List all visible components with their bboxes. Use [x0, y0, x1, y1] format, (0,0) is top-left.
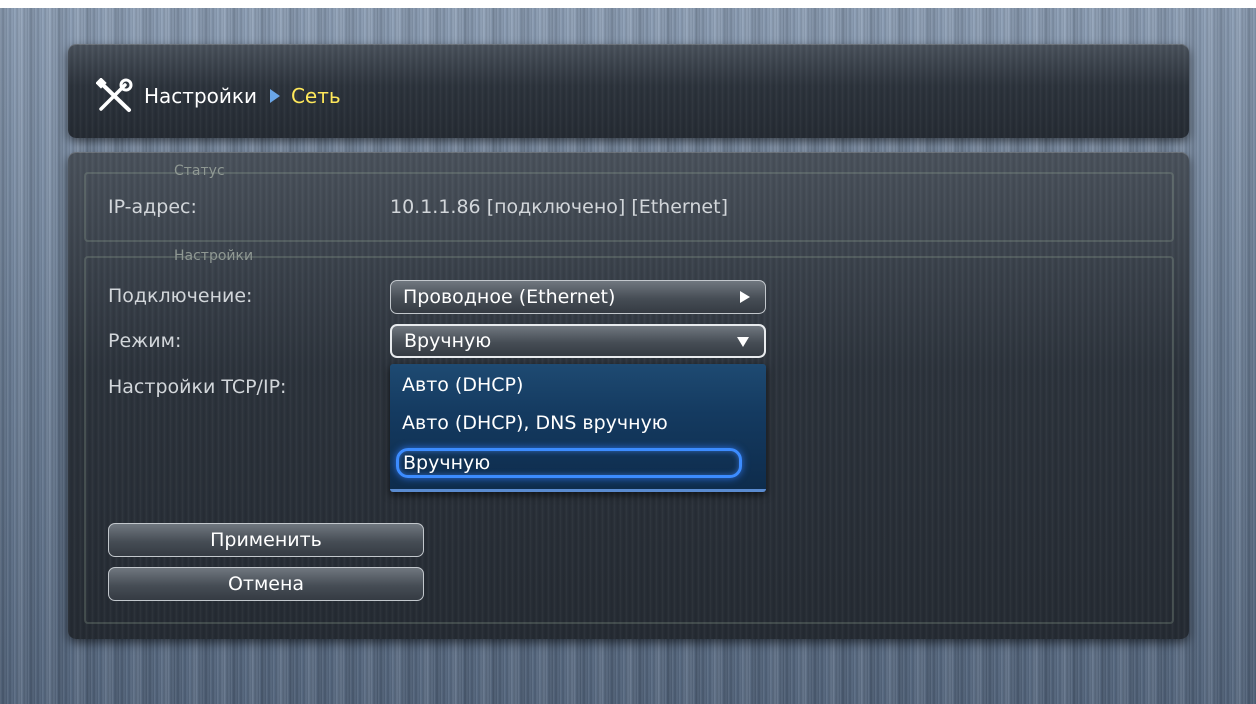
mode-dropdown-list: Авто (DHCP) Авто (DHCP), DNS вручную Вру…: [390, 364, 766, 492]
triangle-down-icon: [737, 337, 749, 347]
apply-button-label: Применить: [210, 529, 322, 551]
triangle-right-icon: [740, 291, 750, 303]
mode-select[interactable]: Вручную: [390, 324, 766, 358]
tcpip-label: Настройки TCP/IP:: [108, 376, 287, 398]
status-legend: Статус: [174, 163, 225, 179]
mode-label: Режим:: [108, 330, 182, 352]
breadcrumb: Настройки Сеть: [96, 78, 341, 114]
cancel-button[interactable]: Отмена: [108, 567, 424, 601]
settings-legend: Настройки: [174, 248, 254, 264]
mode-select-value: Вручную: [404, 330, 492, 352]
top-edge: [0, 0, 1256, 8]
mode-option-manual-label: Вручную: [403, 452, 491, 474]
ip-label: IP-адрес:: [108, 196, 197, 218]
triangle-right-icon: [269, 89, 280, 103]
breadcrumb-current: Сеть: [290, 84, 341, 108]
mode-option-dhcp[interactable]: Авто (DHCP): [402, 374, 523, 396]
connection-select[interactable]: Проводное (Ethernet): [390, 280, 766, 314]
mode-option-manual[interactable]: Вручную: [396, 448, 742, 478]
connection-label: Подключение:: [108, 285, 253, 307]
connection-select-value: Проводное (Ethernet): [403, 286, 616, 308]
breadcrumb-root: Настройки: [144, 84, 257, 108]
mode-option-dhcp-manual-dns[interactable]: Авто (DHCP), DNS вручную: [402, 412, 668, 434]
tools-icon: [96, 78, 133, 112]
apply-button[interactable]: Применить: [108, 523, 424, 557]
cancel-button-label: Отмена: [227, 573, 305, 595]
ip-value: 10.1.1.86 [подключено] [Ethernet]: [390, 196, 728, 218]
